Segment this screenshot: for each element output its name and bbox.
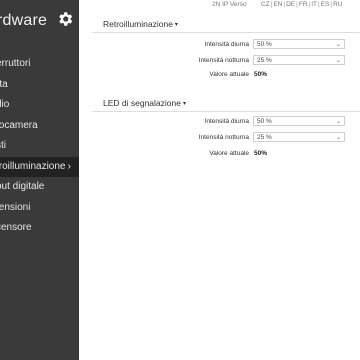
sidebar-item-porta[interactable]: rta (0, 75, 79, 96)
sidebar-title: rdware (0, 12, 48, 29)
chevron-down-icon: ⌄ (335, 58, 341, 64)
chevron-down-icon: ▾ (182, 101, 186, 108)
select-intensita-notturna[interactable]: 25 % ⌄ (253, 55, 345, 65)
label-intensita-notturna: Intensità notturna (198, 134, 249, 141)
device-model: 2N IP Verso (212, 1, 247, 8)
current-value: 50% (254, 150, 268, 157)
sidebar-item-label: rta (0, 78, 8, 90)
lang-en[interactable]: EN (273, 1, 282, 8)
sidebar-item-interruttori[interactable]: erruttori (0, 54, 79, 75)
sidebar-item-label: out digitale (0, 181, 45, 192)
lang-cz[interactable]: CZ (261, 1, 270, 8)
select-value: 50 % (257, 41, 272, 48)
lang-fr[interactable]: FR (299, 1, 308, 8)
sidebar-item-label: tocamera (0, 119, 38, 131)
chevron-right-icon: › (67, 160, 71, 172)
select-led-intensita-diurna[interactable]: 50 % ⌄ (253, 116, 345, 126)
sidebar-item-audio[interactable]: dio (0, 95, 79, 116)
language-switcher: CZ|EN|DE|FR|IT|ES|RU (261, 1, 343, 8)
current-value: 50% (254, 71, 268, 78)
section-divider (92, 32, 360, 33)
sidebar-item-tasti[interactable]: sti (0, 136, 79, 157)
lang-es[interactable]: ES (321, 1, 330, 8)
sidebar-item-label: troilluminazione (0, 160, 66, 172)
sidebar-item-ascensore[interactable]: censore (0, 218, 79, 239)
sidebar-item-input-digitale[interactable]: out digitale (0, 177, 79, 198)
sidebar-item-label: erruttori (0, 58, 31, 69)
select-led-intensita-notturna[interactable]: 25 % ⌄ (253, 132, 345, 142)
section-divider (92, 111, 360, 112)
chevron-down-icon: ⌄ (335, 135, 341, 141)
section-title-text: LED di segnalazione (103, 98, 181, 108)
select-value: 50 % (257, 118, 272, 125)
select-value: 25 % (257, 134, 272, 141)
section-title-led-segnalazione[interactable]: LED di segnalazione ▾ (103, 98, 186, 108)
lang-ru[interactable]: RU (333, 1, 342, 8)
label-intensita-notturna: Intensità notturna (198, 57, 249, 64)
sidebar-item-label: dio (0, 99, 10, 110)
sidebar-item-label: censore (0, 222, 32, 233)
sidebar-item-fotocamera[interactable]: tocamera (0, 116, 79, 137)
select-value: 25 % (257, 57, 272, 64)
label-valore-attuale: Valore attuale (209, 71, 249, 78)
sidebar: rdware erruttori rta dio tocamera sti tr… (0, 0, 79, 360)
gear-icon[interactable] (56, 10, 74, 28)
top-bar: 2N IP Verso CZ|EN|DE|FR|IT|ES|RU (80, 0, 360, 11)
chevron-down-icon: ⌄ (335, 119, 341, 125)
chevron-down-icon: ⌄ (335, 42, 341, 48)
sidebar-item-estensioni[interactable]: tensioni (0, 198, 79, 219)
lang-it[interactable]: IT (311, 1, 317, 8)
section-title-retroilluminazione[interactable]: Retroilluminazione ▾ (103, 19, 178, 29)
lang-de[interactable]: DE (286, 1, 295, 8)
section-title-text: Retroilluminazione (103, 19, 173, 29)
sidebar-item-label: tensioni (0, 201, 31, 213)
label-valore-attuale: Valore attuale (209, 150, 249, 157)
label-intensita-diurna: Intensità diurna (204, 41, 249, 48)
sidebar-item-label: sti (0, 140, 6, 151)
label-intensita-diurna: Intensità diurna (204, 118, 249, 125)
select-intensita-diurna[interactable]: 50 % ⌄ (253, 39, 345, 49)
chevron-down-icon: ▾ (174, 22, 178, 29)
sidebar-item-retroilluminazione[interactable]: troilluminazione › (0, 156, 79, 177)
